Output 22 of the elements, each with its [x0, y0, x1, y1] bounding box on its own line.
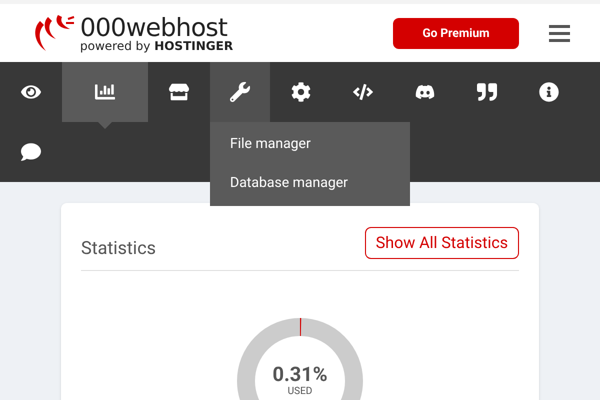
usage-percent: 0.31%: [272, 364, 328, 384]
info-icon: [539, 82, 559, 102]
pointer-arrow-icon: [98, 122, 112, 129]
logo-tagline: powered by HOSTINGER: [80, 40, 234, 52]
wrench-icon: [230, 82, 250, 102]
nav-tab[interactable]: [62, 62, 148, 122]
menu-icon[interactable]: [549, 24, 570, 42]
logo-name: 000webhost: [80, 14, 228, 40]
dropdown-item[interactable]: File manager: [210, 125, 410, 164]
usage-label: USED: [288, 384, 312, 398]
code-icon: [353, 82, 373, 102]
bar-chart-icon: [95, 82, 115, 102]
show-all-statistics-button[interactable]: Show All Statistics: [364, 226, 519, 258]
nav-tab[interactable]: [210, 62, 270, 122]
speech-bubble-icon: [21, 142, 41, 162]
go-premium-button[interactable]: Go Premium: [393, 18, 519, 48]
quote-icon: [477, 82, 497, 102]
card-title: Statistics: [81, 237, 156, 261]
store-icon: [169, 82, 189, 102]
dropdown-item[interactable]: Database manager: [210, 164, 410, 203]
settings-icon: [291, 82, 311, 102]
chat-bubble-icon: [415, 82, 435, 102]
